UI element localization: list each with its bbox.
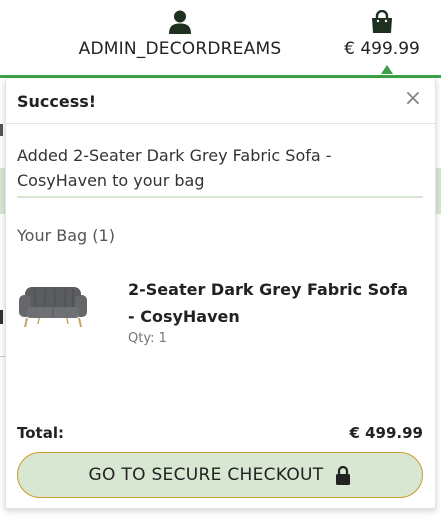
toast-header: Success! × (6, 79, 435, 124)
bag-link[interactable]: € 499.99 (336, 6, 428, 68)
user-icon (169, 10, 191, 34)
total-label: Total: (17, 424, 64, 442)
message-divider (17, 196, 423, 198)
sofa-image (19, 287, 87, 328)
bag-item-qty: Qty: 1 (128, 331, 167, 346)
lock-icon (336, 465, 351, 485)
close-button[interactable]: × (403, 88, 423, 110)
toast-caret (381, 65, 393, 74)
account-name: ADMIN_DECORDREAMS (78, 39, 282, 59)
account-link[interactable]: ADMIN_DECORDREAMS (60, 6, 300, 68)
total-row: Total: € 499.99 (17, 424, 423, 446)
toast-title: Success! (17, 92, 97, 111)
background-content (0, 310, 3, 324)
success-toast: Success! × Added 2-Seater Dark Grey Fabr… (5, 79, 436, 509)
bag-heading: Your Bag (1) (17, 226, 115, 245)
bag-item-name: 2-Seater Dark Grey Fabric Sofa - CosyHav… (128, 280, 408, 326)
checkout-button-label: GO TO SECURE CHECKOUT (88, 465, 324, 485)
background-content (0, 124, 3, 136)
bag-item: 2-Seater Dark Grey Fabric Sofa - CosyHav… (17, 269, 422, 359)
header-accent-line (0, 75, 441, 78)
secure-checkout-button[interactable]: GO TO SECURE CHECKOUT (17, 452, 423, 498)
page: ADMIN_DECORDREAMS € 499.99 Success! × Ad… (0, 0, 441, 518)
bag-total: € 499.99 (344, 39, 420, 59)
toast-message: Added 2-Seater Dark Grey Fabric Sofa - C… (17, 146, 332, 190)
total-value: € 499.99 (349, 424, 423, 442)
shopping-bag-icon (372, 10, 392, 33)
